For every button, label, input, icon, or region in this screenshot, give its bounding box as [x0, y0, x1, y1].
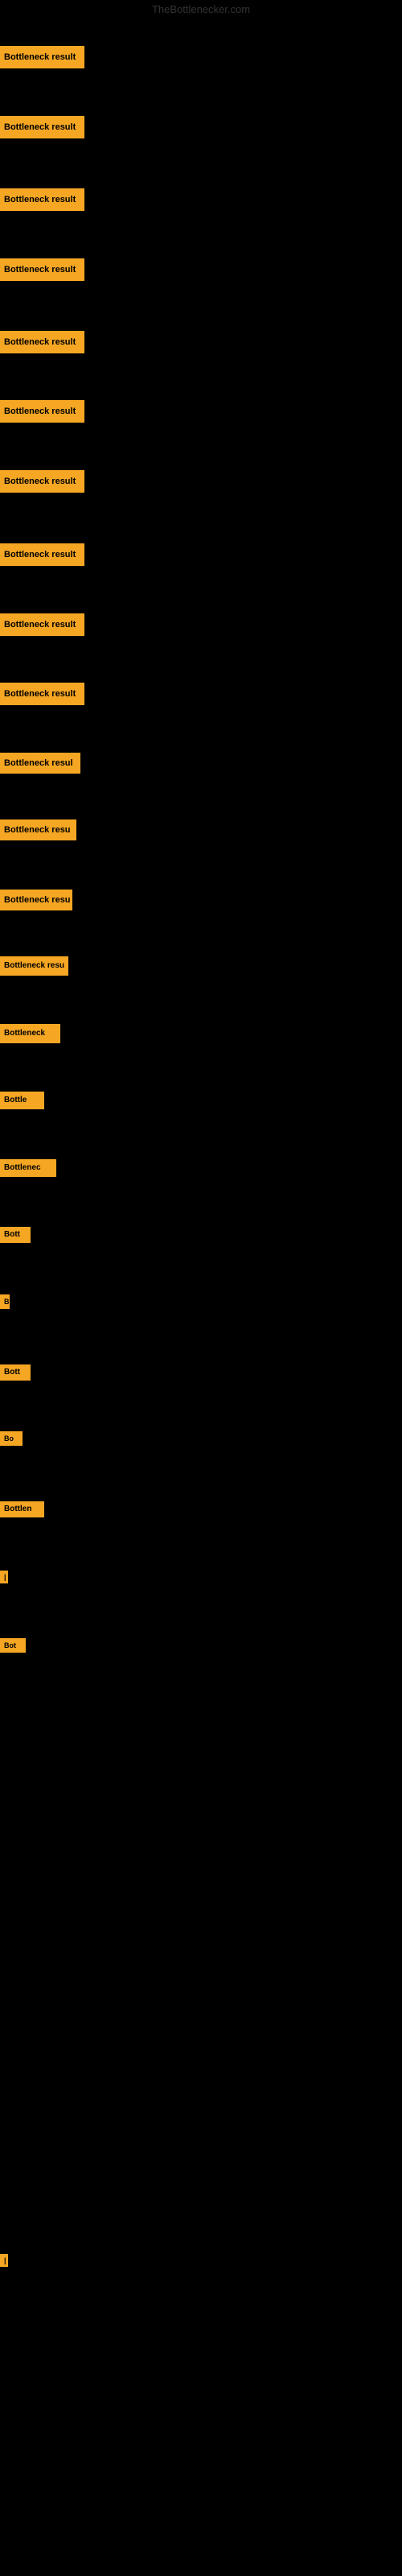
- site-title: TheBottlenecker.com: [0, 3, 402, 15]
- bottleneck-result-badge: Bott: [0, 1364, 31, 1381]
- bottleneck-result-badge: Bot: [0, 1638, 26, 1653]
- bottleneck-result-badge: Bott: [0, 1227, 31, 1243]
- bottleneck-result-badge: Bottleneck result: [0, 331, 84, 353]
- bottleneck-result-badge: Bottlen: [0, 1501, 44, 1517]
- bottleneck-result-badge: Bottleneck result: [0, 116, 84, 138]
- bottleneck-result-badge: Bottleneck resul: [0, 753, 80, 774]
- bottleneck-result-badge: |: [0, 2254, 8, 2267]
- bottleneck-result-badge: Bottleneck result: [0, 400, 84, 423]
- bottleneck-result-badge: B: [0, 1294, 10, 1309]
- bottleneck-result-badge: Bottleneck result: [0, 543, 84, 566]
- bottleneck-result-badge: Bottleneck result: [0, 613, 84, 636]
- bottleneck-result-badge: |: [0, 1571, 8, 1583]
- bottleneck-result-badge: Bottleneck resu: [0, 956, 68, 976]
- bottleneck-result-badge: Bottlenec: [0, 1159, 56, 1177]
- bottleneck-result-badge: Bottleneck result: [0, 46, 84, 68]
- bottleneck-result-badge: Bottleneck result: [0, 258, 84, 281]
- bottleneck-result-badge: Bottleneck result: [0, 188, 84, 211]
- bottleneck-result-badge: Bottleneck resu: [0, 890, 72, 910]
- bottleneck-result-badge: Bottleneck: [0, 1024, 60, 1043]
- bottleneck-result-badge: Bottleneck result: [0, 470, 84, 493]
- bottleneck-result-badge: Bottleneck resu: [0, 819, 76, 840]
- bottleneck-result-badge: Bottle: [0, 1092, 44, 1109]
- bottleneck-result-badge: Bo: [0, 1431, 23, 1446]
- bottleneck-result-badge: Bottleneck result: [0, 683, 84, 705]
